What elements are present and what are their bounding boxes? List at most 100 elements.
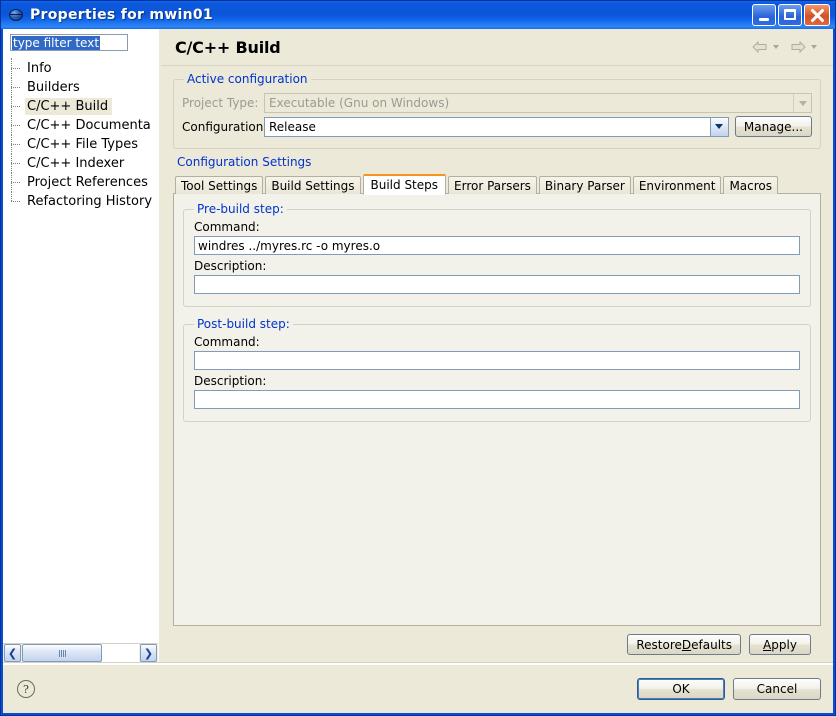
chevron-down-icon: [793, 94, 811, 112]
tree-item-c-cpp-documentation[interactable]: C/C++ Documenta: [3, 115, 158, 135]
restore-defaults-label: Restore: [636, 637, 682, 652]
tree-item-label: Builders: [27, 80, 80, 95]
pre-build-step-legend: Pre-build step:: [197, 202, 284, 216]
forward-arrow-icon[interactable]: [789, 39, 807, 55]
post-build-description-input[interactable]: [194, 390, 800, 409]
configuration-row: Configuration: Release Manage...: [182, 116, 812, 137]
back-dropdown-caret-icon[interactable]: [773, 45, 779, 49]
minimize-button[interactable]: [752, 4, 776, 26]
tab-tool-settings[interactable]: Tool Settings: [175, 176, 264, 194]
tree-item-c-cpp-indexer[interactable]: C/C++ Indexer: [3, 153, 158, 173]
scroll-right-icon[interactable]: ❯: [140, 644, 157, 662]
scroll-left-icon[interactable]: ❮: [4, 644, 21, 662]
preferences-tree[interactable]: Info Builders C/C++ Build C/C++ Document…: [3, 53, 158, 643]
scrollbar-track[interactable]: [22, 644, 139, 662]
pre-build-description-input[interactable]: [194, 275, 800, 294]
chevron-down-icon[interactable]: [709, 117, 728, 136]
pre-build-command-input[interactable]: windres ../myres.rc -o myres.o: [194, 236, 800, 255]
tree-dash-icon: [11, 144, 20, 146]
ok-button[interactable]: OK: [637, 678, 725, 700]
cancel-button[interactable]: Cancel: [733, 678, 821, 700]
tree-line-icon: [11, 191, 13, 201]
tree-item-refactoring-history[interactable]: Refactoring History: [3, 191, 158, 211]
project-type-label: Project Type:: [182, 96, 259, 110]
tree-item-c-cpp-file-types[interactable]: C/C++ File Types: [3, 134, 158, 154]
tree-dash-icon: [11, 106, 20, 108]
restore-defaults-button[interactable]: Restore Defaults: [627, 634, 741, 655]
tree-dash-icon: [11, 163, 20, 165]
filter-wrapper: type filter text: [3, 29, 158, 53]
tab-binary-parser[interactable]: Binary Parser: [538, 176, 631, 194]
tree-item-label: Info: [27, 61, 52, 76]
settings-tab-bar[interactable]: Tool Settings Build Settings Build Steps…: [173, 173, 821, 195]
back-arrow-icon[interactable]: [751, 39, 769, 55]
project-type-value: Executable (Gnu on Windows): [269, 96, 450, 110]
tree-item-label: Refactoring History: [27, 194, 153, 209]
post-build-command-input[interactable]: [194, 351, 800, 370]
manage-button[interactable]: Manage...: [734, 116, 812, 137]
tab-environment[interactable]: Environment: [632, 176, 722, 194]
tab-error-parsers[interactable]: Error Parsers: [448, 176, 537, 194]
active-configuration-group: Active configuration Project Type: Execu…: [173, 72, 821, 149]
configuration-settings-section: Configuration Settings Tool Settings Bui…: [173, 155, 821, 626]
pre-build-command-label: Command:: [194, 220, 260, 234]
tree-item-label: C/C++ Documenta: [27, 118, 151, 133]
window-controls: [752, 4, 832, 26]
tree-dash-icon: [11, 125, 20, 127]
tree-dash-icon: [11, 87, 20, 89]
window-title: Properties for mwin01: [30, 7, 213, 23]
project-type-select: Executable (Gnu on Windows): [264, 93, 812, 113]
configuration-settings-legend: Configuration Settings: [177, 155, 312, 169]
restore-defaults-mnemonic: D: [681, 637, 692, 652]
title-bar[interactable]: Properties for mwin01: [1, 1, 835, 29]
apply-button[interactable]: Apply: [749, 634, 811, 655]
pre-build-description-label: Description:: [194, 259, 267, 273]
tree-item-builders[interactable]: Builders: [3, 77, 158, 97]
navigation-pane: type filter text Info Builders C/C++ Bui…: [3, 29, 158, 662]
filter-input-text: type filter text: [12, 35, 101, 50]
page-title: C/C++ Build: [175, 37, 281, 57]
forward-dropdown-caret-icon[interactable]: [811, 45, 817, 49]
content-pane: C/C++ Build Active configuration Project…: [161, 29, 833, 662]
configuration-value: Release: [269, 119, 316, 134]
dialog-body: type filter text Info Builders C/C++ Bui…: [3, 29, 833, 713]
build-steps-panel: Pre-build step: Command: windres ../myre…: [173, 193, 821, 626]
tree-item-c-cpp-build[interactable]: C/C++ Build: [3, 96, 158, 116]
configuration-select[interactable]: Release: [264, 116, 729, 137]
tree-item-label: C/C++ Indexer: [27, 156, 125, 171]
tree-dash-icon: [11, 182, 20, 184]
page-content: Active configuration Project Type: Execu…: [161, 66, 833, 662]
post-build-step-legend: Post-build step:: [197, 317, 290, 331]
tree-item-label: C/C++ File Types: [27, 137, 138, 152]
restore-defaults-rest: efaults: [691, 637, 732, 652]
tab-build-steps[interactable]: Build Steps: [362, 174, 447, 195]
tree-item-label: C/C++ Build: [25, 98, 113, 115]
tree-item-project-references[interactable]: Project References: [3, 172, 158, 192]
tree-horizontal-scrollbar[interactable]: ❮ ❯: [3, 643, 158, 662]
tree-dash-icon: [11, 201, 20, 203]
tree-item-info[interactable]: Info: [3, 58, 158, 78]
active-configuration-legend: Active configuration: [187, 72, 308, 86]
apply-mnemonic: A: [763, 637, 772, 652]
grip-icon: [58, 649, 66, 657]
apply-button-bar: Restore Defaults Apply: [173, 626, 821, 662]
tab-macros[interactable]: Macros: [723, 176, 779, 194]
tree-dash-icon: [11, 68, 20, 70]
post-build-step-group: Post-build step: Command: Description:: [183, 317, 811, 422]
pre-build-step-group: Pre-build step: Command: windres ../myre…: [183, 202, 811, 307]
properties-dialog-window: Properties for mwin01 type filter text I…: [0, 0, 836, 716]
configuration-label: Configuration:: [182, 119, 268, 134]
navigation-buttons: [751, 39, 823, 55]
close-button[interactable]: [804, 4, 830, 26]
help-icon[interactable]: ?: [17, 680, 35, 698]
scrollbar-thumb[interactable]: [22, 644, 102, 662]
filter-input[interactable]: type filter text: [10, 34, 128, 51]
dialog-upper: type filter text Info Builders C/C++ Bui…: [3, 29, 833, 662]
apply-rest: pply: [771, 637, 797, 652]
globe-icon: [8, 7, 24, 23]
post-build-description-label: Description:: [194, 374, 267, 388]
maximize-button[interactable]: [778, 4, 802, 26]
post-build-command-label: Command:: [194, 335, 260, 349]
tree-item-label: Project References: [27, 175, 148, 190]
tab-build-settings[interactable]: Build Settings: [265, 176, 361, 194]
